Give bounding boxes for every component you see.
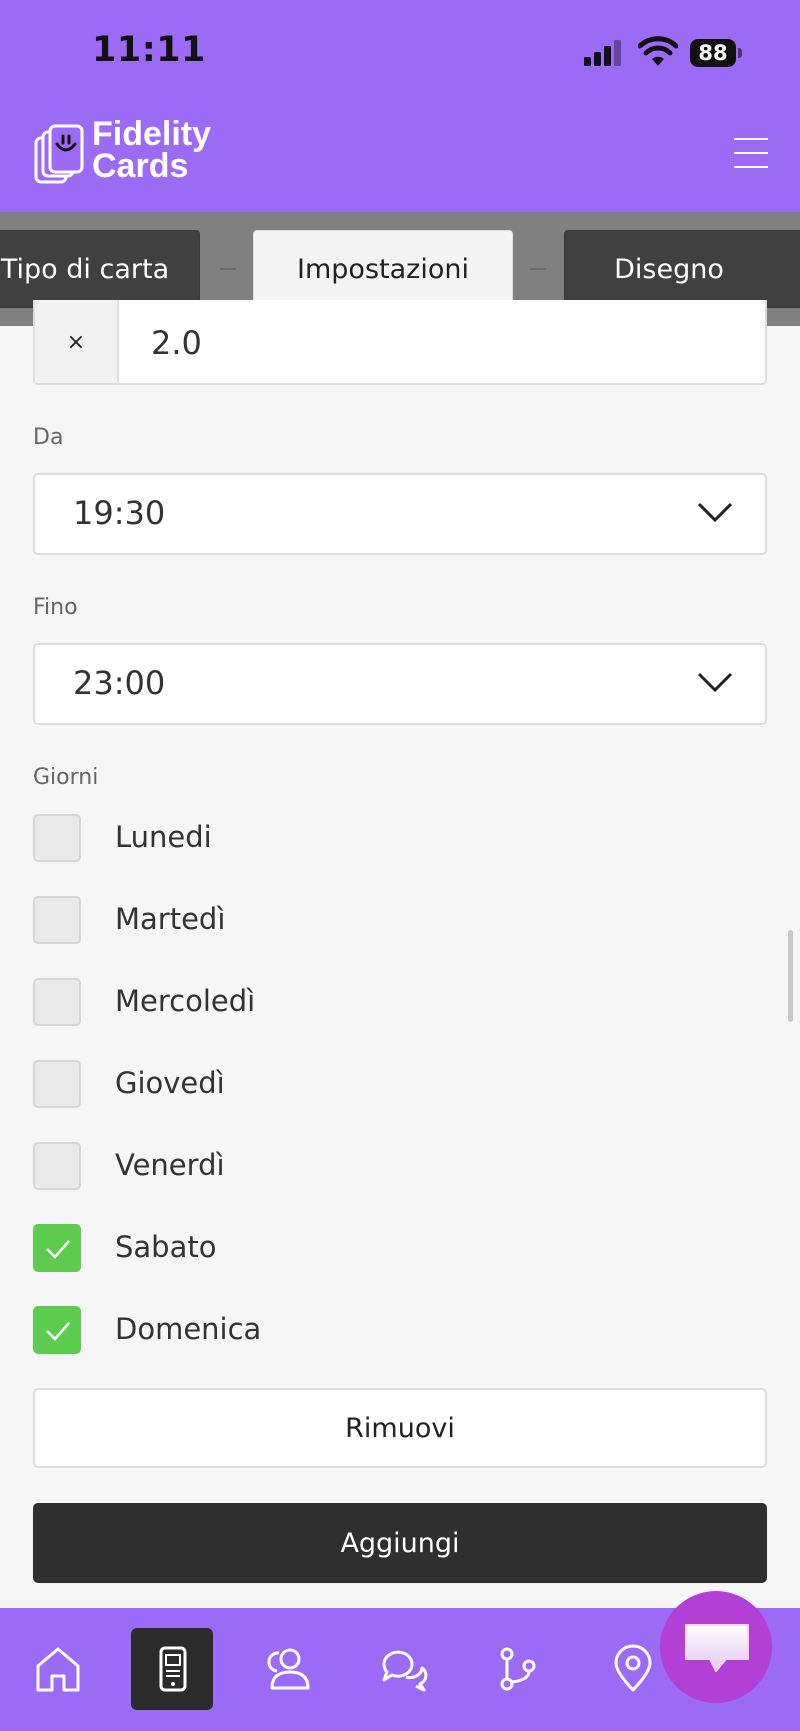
until-time-select[interactable]: 23:00 (33, 643, 767, 725)
day-label-giovedi: Giovedì (115, 1066, 225, 1100)
until-time-value: 23:00 (73, 664, 166, 702)
nav-home[interactable] (16, 1628, 98, 1710)
logo-text: Fidelity Cards (92, 115, 212, 185)
checkbox-mercoledi[interactable] (33, 978, 81, 1026)
tab-impostazioni[interactable]: Impostazioni (253, 230, 513, 308)
status-time: 11:11 (92, 30, 206, 70)
battery-level: 88 (690, 39, 736, 67)
app-header: 11:11 88 Fidelity Cards (0, 0, 800, 212)
home-icon (36, 1647, 80, 1692)
day-label-sabato: Sabato (115, 1230, 217, 1264)
chat-support-button[interactable] (660, 1591, 772, 1703)
logo-line-2: Cards (92, 147, 189, 185)
users-icon (267, 1648, 310, 1690)
nav-messages[interactable] (361, 1628, 443, 1710)
tab-separator (220, 268, 236, 270)
from-time-select[interactable]: 19:30 (33, 473, 767, 555)
tab-tipo-di-carta[interactable]: Tipo di carta (0, 230, 200, 308)
tab-separator (530, 268, 546, 270)
chevron-down-icon (697, 502, 733, 523)
cellular-signal-icon (584, 40, 621, 66)
from-time-value: 19:30 (73, 494, 166, 532)
chevron-down-icon (697, 672, 733, 693)
checkbox-sabato[interactable] (33, 1224, 81, 1272)
battery-icon: 88 (690, 39, 742, 67)
multiplier-field[interactable]: × 2.0 (33, 300, 767, 385)
checkmark-icon (46, 1322, 70, 1341)
menu-icon[interactable] (734, 138, 768, 170)
checkbox-giovedi[interactable] (33, 1060, 81, 1108)
until-label: Fino (33, 595, 78, 620)
multiplier-prefix-label: × (66, 330, 86, 355)
day-label-lunedi: Lunedi (115, 820, 212, 854)
location-pin-icon (614, 1644, 652, 1692)
cards-logo-icon (34, 124, 84, 184)
day-label-mercoledi: Mercoledì (115, 984, 256, 1018)
scrollbar[interactable] (788, 930, 793, 1022)
multiplier-prefix: × (35, 300, 119, 383)
day-label-venerdi: Venerdì (115, 1148, 225, 1182)
branch-icon (500, 1647, 536, 1691)
fidelity-cards-logo[interactable]: Fidelity Cards (34, 115, 224, 190)
nav-cards[interactable] (131, 1628, 213, 1710)
days-label: Giorni (33, 765, 99, 790)
from-label: Da (33, 425, 64, 450)
chat-message-icon (685, 1624, 749, 1672)
phone-card-icon (159, 1646, 187, 1692)
multiplier-value[interactable]: 2.0 (151, 324, 202, 362)
wifi-icon (638, 36, 678, 66)
logo-line-1: Fidelity (92, 115, 212, 153)
add-button[interactable]: Aggiungi (33, 1503, 767, 1583)
checkbox-martedi[interactable] (33, 896, 81, 944)
checkbox-lunedi[interactable] (33, 814, 81, 862)
checkmark-icon (46, 1240, 70, 1259)
nav-workflow[interactable] (476, 1628, 558, 1710)
nav-customers[interactable] (246, 1628, 328, 1710)
remove-button[interactable]: Rimuovi (33, 1388, 767, 1468)
day-label-domenica: Domenica (115, 1312, 262, 1346)
checkbox-venerdi[interactable] (33, 1142, 81, 1190)
tab-disegno[interactable]: Disegno (564, 230, 800, 308)
checkbox-domenica[interactable] (33, 1306, 81, 1354)
day-label-martedi: Martedì (115, 902, 226, 936)
chat-bubbles-icon (382, 1650, 428, 1692)
